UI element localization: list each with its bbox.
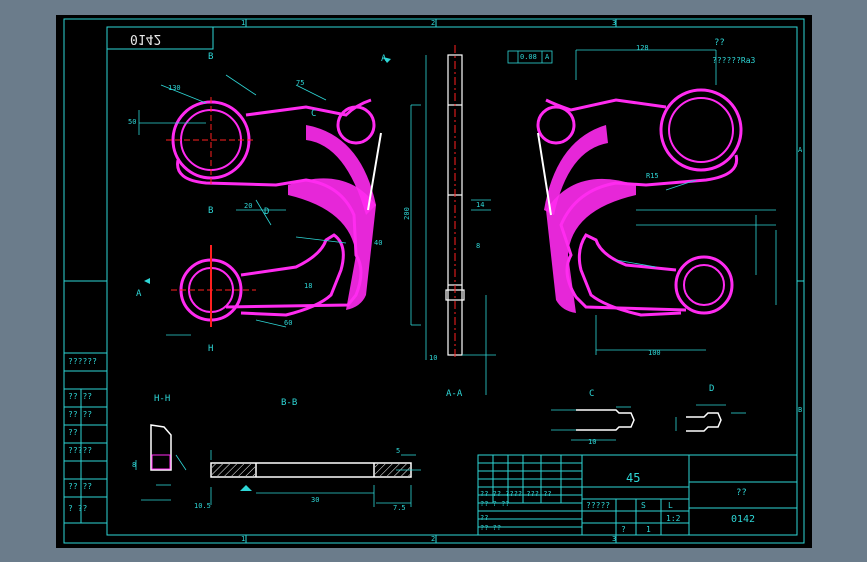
dim-10: 14 xyxy=(476,201,485,209)
dim-2: 130 xyxy=(168,84,181,92)
section-hh xyxy=(150,424,172,471)
strip-row-7: ? ?? xyxy=(68,504,88,513)
section-c xyxy=(576,409,635,431)
strip-row-1: ?????? xyxy=(68,357,97,366)
dim-12: 10 xyxy=(429,354,438,362)
zone-bottom-3: 3 xyxy=(612,535,617,543)
tb-row-d: ?? ?? xyxy=(480,524,502,532)
view-label-c: C xyxy=(589,389,595,399)
zone-right-a: A xyxy=(798,146,803,154)
tb-stage: ????? xyxy=(586,501,611,510)
strip-row-6: ?? ?? xyxy=(68,482,93,491)
strip-row-4: ?? xyxy=(68,428,78,437)
detail-mark-c: C xyxy=(311,109,317,119)
dim-20: 100 xyxy=(648,349,661,357)
scale-value: 1:2 xyxy=(666,514,681,523)
section-mark-b-top: B xyxy=(208,52,214,62)
view-label-bb: B-B xyxy=(281,398,298,408)
dim-4: 18 xyxy=(304,282,313,290)
dim-3: 20 xyxy=(244,202,253,210)
flatness-value: 0.08 xyxy=(520,53,537,61)
dim-15: 10.5 xyxy=(194,502,211,510)
dim-1: 50 xyxy=(128,118,137,126)
dim-18: 7.5 xyxy=(393,504,406,512)
section-d xyxy=(686,412,722,432)
zone-bottom-2: 2 xyxy=(431,535,436,543)
section-mark-b-bottom: B xyxy=(208,206,214,216)
zone-top-1: 1 xyxy=(241,19,246,27)
zone-bottom-1: 1 xyxy=(241,535,246,543)
flatness-datum: A xyxy=(545,53,550,61)
dim-14: 8 xyxy=(132,461,137,469)
outer-frame xyxy=(63,18,805,544)
tb-col-s: S xyxy=(641,501,646,510)
dim-17: 30 xyxy=(311,496,320,504)
part-number-mirrored: 0142 xyxy=(130,31,162,46)
section-mark-h: H xyxy=(208,344,214,354)
dim-8: 200 xyxy=(402,207,411,220)
material-label: 45 xyxy=(626,471,641,485)
dim-6: 75 xyxy=(296,79,305,87)
strip-row-2: ?? ?? xyxy=(68,392,93,401)
detail-mark-d: D xyxy=(264,207,270,217)
dim-5: 60 xyxy=(284,319,293,327)
zone-right-b: B xyxy=(798,406,803,414)
cad-viewport[interactable]: 0142 1 2 3 A B 1 2 3 B B H A A C D H-H B… xyxy=(56,15,812,548)
drawing-number: 0142 xyxy=(731,514,756,525)
dim-19: 10 xyxy=(588,438,597,446)
roughness-q: ?? xyxy=(714,38,725,48)
section-mark-a-left: A xyxy=(136,289,142,299)
drawing-title: ?? xyxy=(736,488,747,498)
drawing-canvas[interactable] xyxy=(56,15,812,548)
tb-row-a: ?? ?? ???? ??? ?? xyxy=(480,490,552,498)
dim-16: 5 xyxy=(396,447,401,455)
dim-9: 128 xyxy=(636,44,649,52)
view-label-d: D xyxy=(709,384,715,394)
strip-row-5: ????? xyxy=(68,446,93,455)
strip-row-3: ?? ?? xyxy=(68,410,93,419)
tb-col-l: L xyxy=(668,501,673,510)
zone-top-3: 3 xyxy=(612,19,617,27)
tb-weight: ? xyxy=(621,525,626,534)
dim-11: 8 xyxy=(476,242,481,250)
ratio-left: 1 xyxy=(646,525,651,534)
tb-row-b: ?? ? ?? xyxy=(480,500,510,508)
zone-top-2: 2 xyxy=(431,19,436,27)
roughness-note: ??????Ra3 xyxy=(712,56,756,65)
view-label-aa: A-A xyxy=(446,389,463,399)
section-mark-a-top: A xyxy=(381,54,387,64)
tb-row-c: ?? xyxy=(480,514,489,522)
dim-13: R15 xyxy=(646,172,659,180)
view-label-hh: H-H xyxy=(154,394,171,404)
dim-7: 40 xyxy=(374,239,383,247)
